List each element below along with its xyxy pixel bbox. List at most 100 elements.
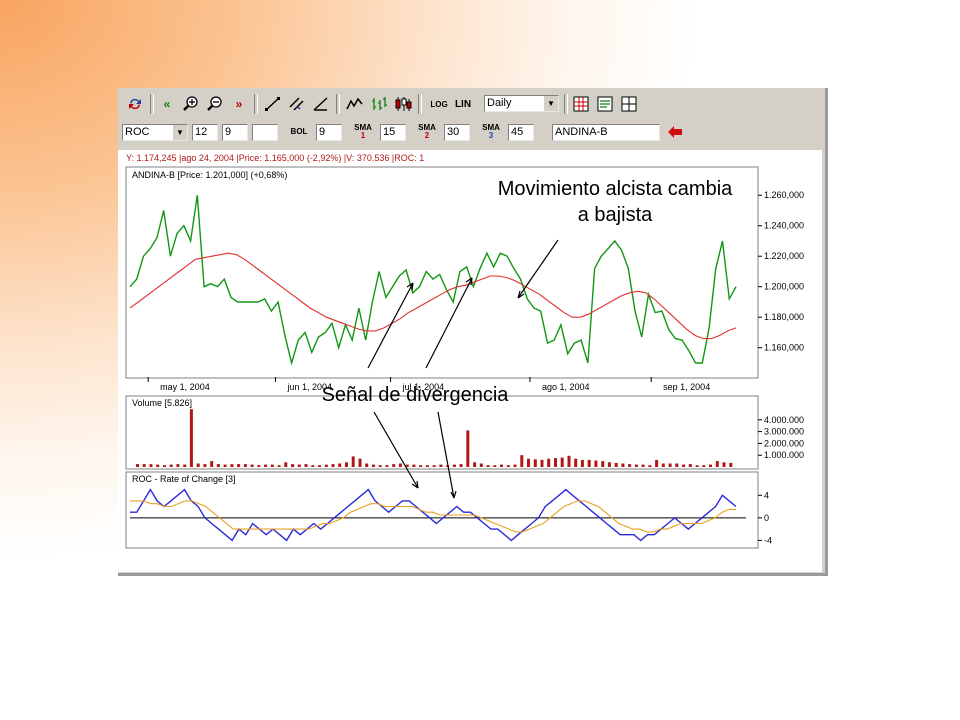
- toolbar-separator: [336, 94, 340, 114]
- volume-bar: [230, 464, 234, 467]
- line-chart-button[interactable]: [344, 94, 366, 114]
- layout-button[interactable]: [618, 94, 640, 114]
- indicator-param-3[interactable]: [252, 124, 278, 141]
- indicator-toolbar: ROC ▼ 12 9 BOL 9 SMA 1 15 SMA 2 30 SMA 3…: [118, 122, 818, 144]
- volume-bar: [425, 465, 429, 467]
- sma2-field[interactable]: 30: [444, 124, 470, 141]
- zoom-out-button[interactable]: [204, 94, 226, 114]
- volume-bar: [351, 456, 355, 467]
- grid-button[interactable]: [570, 94, 592, 114]
- roc-y-tick-label: 4: [764, 490, 769, 500]
- sma1-field[interactable]: 15: [380, 124, 406, 141]
- bol-value: 9: [319, 126, 326, 138]
- parallel-lines-icon: [289, 97, 304, 111]
- volume-bar: [338, 463, 342, 467]
- indicator-param-1[interactable]: 12: [192, 124, 218, 141]
- bar-chart-button[interactable]: [368, 94, 390, 114]
- volume-bar: [183, 464, 187, 467]
- zoom-in-button[interactable]: [180, 94, 202, 114]
- ohlc-bar-icon: [372, 97, 387, 110]
- param-1-value: 12: [195, 126, 208, 138]
- bollinger-value-field[interactable]: 9: [316, 124, 342, 141]
- volume-bar: [365, 463, 369, 467]
- candlestick-button[interactable]: [392, 94, 414, 114]
- volume-bar: [709, 464, 712, 467]
- grid-icon: [573, 96, 589, 112]
- trendline-button[interactable]: [262, 94, 284, 114]
- refresh-icon: [129, 98, 141, 110]
- log-label: LOG: [430, 99, 448, 109]
- volume-bar: [587, 459, 591, 467]
- price-x-tick-label: may 1, 2004: [160, 382, 210, 392]
- sma2-number: 2: [424, 131, 430, 140]
- layout-icon: [621, 96, 637, 112]
- toolbar-separator: [564, 94, 568, 114]
- sma3-field[interactable]: 45: [508, 124, 534, 141]
- charting-app-window: « » LOG LIN Daily ▼ ROC ▼ 12 9 BOL 9 SMA…: [118, 88, 828, 576]
- volume-bar: [385, 465, 389, 467]
- volume-bar: [560, 457, 564, 467]
- volume-bar: [628, 464, 632, 467]
- line-chart-icon: [346, 97, 363, 110]
- volume-bar: [331, 464, 335, 467]
- volume-bar: [614, 462, 618, 467]
- volume-bar: [439, 464, 443, 467]
- volume-bar: [156, 464, 160, 467]
- divergence-annotation-text: Señal de divergencia: [321, 384, 509, 406]
- volume-bar: [527, 458, 530, 467]
- refresh-button[interactable]: [124, 94, 146, 114]
- go-button[interactable]: [664, 122, 686, 142]
- scroll-left-button[interactable]: «: [156, 94, 178, 114]
- volume-bar: [513, 464, 517, 467]
- data-table-button[interactable]: [594, 94, 616, 114]
- parallel-lines-button[interactable]: [286, 94, 308, 114]
- price-y-tick-label: 1.180,000: [764, 312, 804, 322]
- volume-bar: [358, 458, 362, 467]
- bollinger-button[interactable]: BOL: [286, 122, 312, 142]
- volume-bar: [607, 462, 611, 467]
- volume-bar: [345, 462, 348, 467]
- volume-y-tick-label: 1.000.000: [764, 450, 804, 460]
- price-x-tick-label: sep 1, 2004: [663, 382, 710, 392]
- period-select[interactable]: Daily ▼: [484, 95, 559, 112]
- volume-bar: [250, 464, 254, 467]
- main-toolbar: « » LOG LIN Daily ▼: [118, 94, 818, 116]
- roc-panel: ROC - Rate of Change [3] 4 0 -4: [125, 471, 772, 549]
- scroll-right-button[interactable]: »: [228, 94, 250, 114]
- volume-bar: [567, 455, 571, 467]
- symbol-value: ANDINA-B: [555, 126, 608, 138]
- indicator-value: ROC: [125, 126, 150, 138]
- volume-bar: [540, 459, 544, 467]
- volume-bar: [459, 464, 463, 467]
- symbol-input[interactable]: ANDINA-B: [552, 124, 660, 141]
- sma3-button[interactable]: SMA 3: [478, 122, 504, 142]
- sma2-button[interactable]: SMA 2: [414, 122, 440, 142]
- indicator-param-2[interactable]: 9: [222, 124, 248, 141]
- volume-bar: [452, 464, 456, 467]
- price-y-tick-label: 1.220,000: [764, 251, 804, 261]
- zoom-out-icon: [207, 96, 222, 111]
- volume-bar: [479, 463, 483, 467]
- sma3-value: 45: [511, 126, 524, 138]
- angle-line-button[interactable]: [310, 94, 332, 114]
- price-y-tick-label: 1.200,000: [764, 282, 804, 292]
- volume-bar: [257, 465, 261, 467]
- dropdown-arrow-icon[interactable]: ▼: [543, 96, 558, 111]
- volume-bar: [243, 464, 247, 467]
- volume-bar: [580, 459, 584, 467]
- sma1-button[interactable]: SMA 1: [350, 122, 376, 142]
- linear-scale-button[interactable]: LIN: [452, 94, 474, 114]
- volume-bar: [378, 465, 382, 467]
- log-scale-button[interactable]: LOG: [428, 94, 450, 114]
- price-x-tick-label: ago 1, 2004: [542, 382, 590, 392]
- volume-bar: [203, 464, 207, 467]
- dropdown-arrow-icon[interactable]: ▼: [172, 125, 187, 140]
- volume-bar: [291, 464, 295, 467]
- indicator-select[interactable]: ROC ▼: [122, 124, 188, 141]
- volume-panel-title: Volume [5.826]: [132, 398, 192, 408]
- volume-bar: [284, 462, 288, 467]
- volume-bar: [189, 409, 193, 467]
- volume-bar: [695, 465, 699, 467]
- arrow-left-icon: [668, 126, 682, 138]
- candlestick-icon: [395, 97, 412, 111]
